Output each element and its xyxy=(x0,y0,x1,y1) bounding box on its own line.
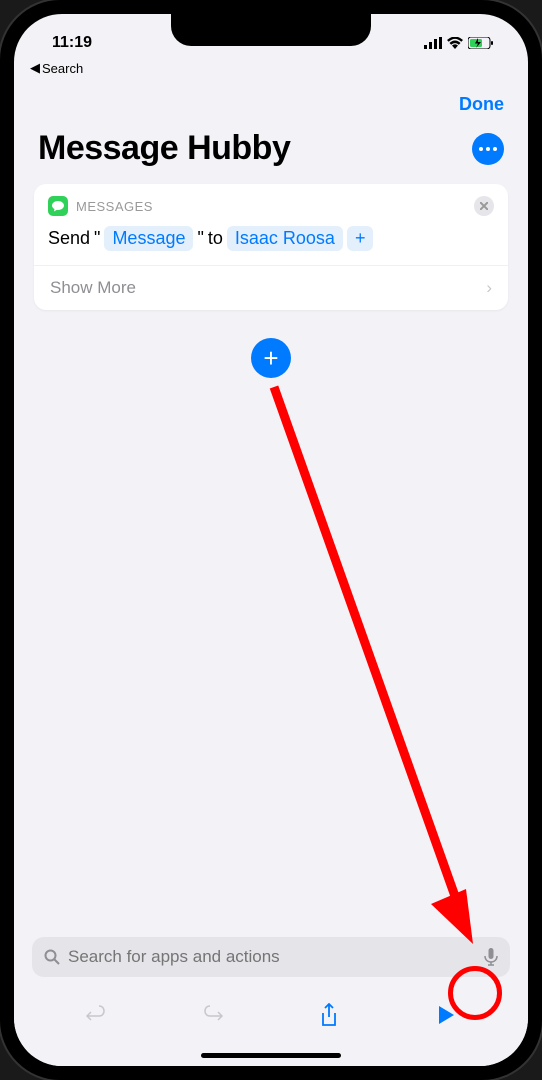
more-options-button[interactable] xyxy=(472,133,504,165)
search-bar[interactable] xyxy=(32,937,510,977)
status-time: 11:19 xyxy=(42,34,92,52)
microphone-icon[interactable] xyxy=(484,948,498,966)
home-indicator[interactable] xyxy=(201,1053,341,1058)
status-indicators xyxy=(424,37,500,49)
cellular-icon xyxy=(424,37,442,49)
message-token[interactable]: Message xyxy=(104,226,193,251)
quote-close: " xyxy=(197,228,203,249)
ellipsis-icon xyxy=(479,147,497,151)
add-action-button[interactable]: + xyxy=(251,338,291,378)
quote-open: " xyxy=(94,228,100,249)
back-chevron-icon: ◀ xyxy=(30,60,40,76)
redo-button[interactable] xyxy=(193,995,233,1035)
undo-button[interactable] xyxy=(76,995,116,1035)
to-label: to xyxy=(208,228,223,249)
back-to-search[interactable]: ◀ Search xyxy=(14,58,528,78)
show-more-label: Show More xyxy=(50,278,136,298)
share-icon xyxy=(320,1003,338,1027)
chevron-right-icon: › xyxy=(486,278,492,298)
share-button[interactable] xyxy=(309,995,349,1035)
send-prefix: Send xyxy=(48,228,90,249)
close-card-button[interactable] xyxy=(474,196,494,216)
undo-icon xyxy=(85,1004,107,1026)
wifi-icon xyxy=(447,37,463,49)
search-icon xyxy=(44,949,60,965)
redo-icon xyxy=(202,1004,224,1026)
play-button[interactable] xyxy=(426,995,466,1035)
action-card: MESSAGES Send " Message " to Isaac Roosa… xyxy=(34,184,508,310)
page-title: Message Hubby xyxy=(38,129,290,168)
battery-icon xyxy=(468,37,494,49)
recipient-token[interactable]: Isaac Roosa xyxy=(227,226,343,251)
annotation-arrow xyxy=(266,379,486,949)
show-more-row[interactable]: Show More › xyxy=(34,265,508,310)
plus-icon: + xyxy=(263,343,278,374)
action-body[interactable]: Send " Message " to Isaac Roosa + xyxy=(34,220,508,265)
done-button[interactable]: Done xyxy=(459,94,504,115)
play-icon xyxy=(437,1005,455,1025)
add-recipient-button[interactable]: + xyxy=(347,226,374,251)
close-icon xyxy=(480,202,488,210)
search-input[interactable] xyxy=(68,947,476,967)
app-name-label: MESSAGES xyxy=(76,199,466,214)
messages-app-icon xyxy=(48,196,68,216)
back-label: Search xyxy=(42,61,83,76)
toolbar xyxy=(14,985,528,1053)
